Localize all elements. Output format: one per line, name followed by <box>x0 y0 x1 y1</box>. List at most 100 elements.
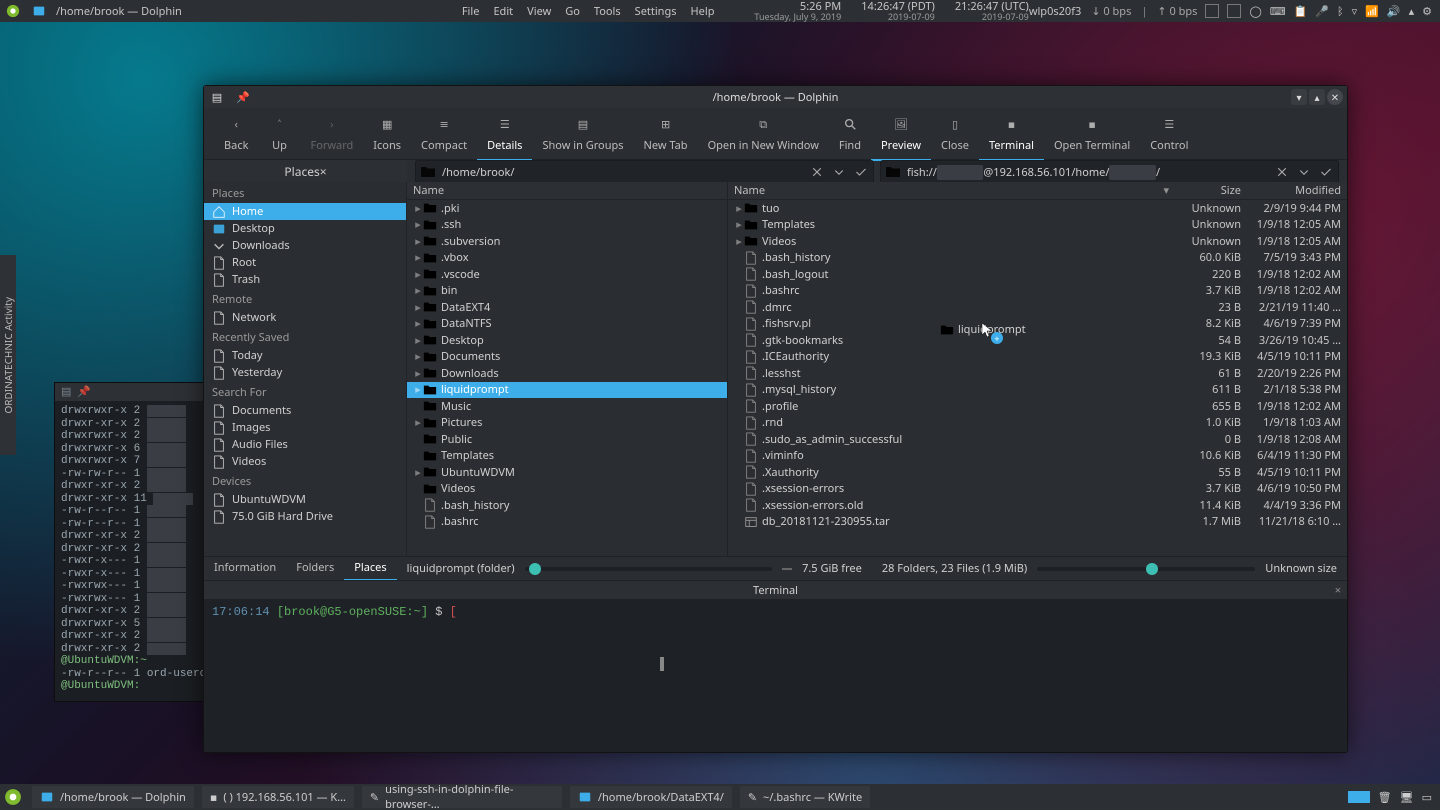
taskbar-item-kwrite[interactable]: ✎~/.bashrc — KWrite <box>740 786 870 808</box>
list-item[interactable]: .ICEauthority19.3 KiB4/5/19 10:11 PM <box>728 349 1347 366</box>
list-item[interactable]: ▸Pictures <box>407 415 727 432</box>
tray-clipboard-icon[interactable]: 📋 <box>1294 4 1308 19</box>
list-item[interactable]: db_20181121-230955.tar1.7 MiB11/21/18 6:… <box>728 514 1347 531</box>
list-item[interactable]: .sudo_as_admin_successful0 B1/9/18 12:08… <box>728 431 1347 448</box>
list-item[interactable]: ▸UbuntuWDVM <box>407 464 727 481</box>
accept-icon[interactable] <box>1318 164 1334 180</box>
list-item[interactable]: .bashrc <box>407 514 727 531</box>
expand-icon[interactable]: ▸ <box>413 201 423 216</box>
clear-icon[interactable] <box>1274 164 1290 180</box>
list-item[interactable]: .rnd1.0 KiB1/9/18 1:03 AM <box>728 415 1347 432</box>
terminal-output[interactable]: 17:06:14 [brook@G5-openSUSE:~] $ [ <box>204 599 1347 752</box>
terminal-panel-button[interactable]: ▪Terminal <box>979 112 1044 161</box>
tray-display-icon[interactable]: ▿ <box>1352 4 1358 19</box>
column-size[interactable]: Size <box>1171 183 1241 198</box>
list-item[interactable]: ▸TemplatesUnknown1/9/18 12:05 AM <box>728 217 1347 234</box>
expand-icon[interactable]: ▸ <box>413 316 423 331</box>
window-close-button[interactable]: ✕ <box>1327 89 1343 105</box>
list-item[interactable]: ▸.vbox <box>407 250 727 267</box>
places-item[interactable]: Home <box>204 203 406 220</box>
tray-expand-icon[interactable]: ▴ <box>1409 4 1415 19</box>
list-item[interactable]: .dmrc23 B2/21/19 11:40 … <box>728 299 1347 316</box>
window-menu-icon[interactable]: ▤ <box>208 88 226 106</box>
tray-wifi-icon[interactable]: 📶 <box>1365 4 1379 19</box>
list-item[interactable]: .fishsrv.pl8.2 KiB4/6/19 7:39 PM <box>728 316 1347 333</box>
address-bar-left[interactable]: /home/brook/ <box>415 160 874 184</box>
clock-utc[interactable]: 21:26:47 (UTC) 2019-07-09 <box>955 1 1029 21</box>
expand-icon[interactable]: ▸ <box>413 333 423 348</box>
accept-icon[interactable] <box>853 164 869 180</box>
menu-help[interactable]: Help <box>691 4 715 19</box>
places-item[interactable]: Images <box>204 419 406 436</box>
tray-desktop-icon[interactable]: 🖥 <box>1400 790 1414 805</box>
find-button[interactable]: Find <box>829 112 871 159</box>
list-item[interactable]: Public <box>407 431 727 448</box>
show-in-groups-button[interactable]: ▤Show in Groups <box>532 112 633 159</box>
list-item[interactable]: ▸.pki <box>407 200 727 217</box>
details-view-button[interactable]: ☰Details <box>477 112 532 161</box>
tray-trash-icon[interactable]: 🗑 <box>1378 790 1392 805</box>
places-item[interactable]: Downloads <box>204 237 406 254</box>
list-item[interactable]: ▸DataNTFS <box>407 316 727 333</box>
expand-icon[interactable]: ▸ <box>413 300 423 315</box>
suse-icon[interactable] <box>4 2 22 20</box>
menu-edit[interactable]: Edit <box>493 4 513 19</box>
list-item[interactable]: .xsession-errors.old11.4 KiB4/4/19 3:36 … <box>728 497 1347 514</box>
expand-icon[interactable]: ▸ <box>734 217 744 232</box>
dolphin-app-icon[interactable] <box>30 2 48 20</box>
tray-activity-icon[interactable] <box>1348 791 1370 803</box>
taskbar-item-dolphin2[interactable]: /home/brook/DataEXT4/ <box>570 786 732 808</box>
clock-pdt[interactable]: 14:26:47 (PDT) 2019-07-09 <box>861 1 935 21</box>
list-item[interactable]: ▸Documents <box>407 349 727 366</box>
list-item[interactable]: ▸VideosUnknown1/9/18 12:05 AM <box>728 233 1347 250</box>
activity-toolbox[interactable]: ORDINATECHNIC Activity <box>0 255 16 455</box>
window-maximize-button[interactable]: ▴ <box>1309 89 1325 105</box>
clock-main[interactable]: 5:26 PM Tuesday, July 9, 2019 <box>754 1 841 21</box>
window-pin-icon[interactable]: 📌 <box>234 88 252 106</box>
list-item[interactable]: Videos <box>407 481 727 498</box>
clear-icon[interactable] <box>809 164 825 180</box>
list-item[interactable]: Music <box>407 398 727 415</box>
list-item[interactable]: .xsession-errors3.7 KiB4/6/19 10:50 PM <box>728 481 1347 498</box>
open-new-window-button[interactable]: ⧉Open in New Window <box>698 112 829 159</box>
tray-settings-icon[interactable]: ⚙ <box>1422 4 1432 19</box>
zoom-slider-left[interactable] <box>525 567 773 571</box>
taskbar-item-dolphin[interactable]: /home/brook — Dolphin <box>32 786 194 808</box>
dropdown-icon[interactable] <box>1296 164 1312 180</box>
list-item[interactable]: ▸Desktop <box>407 332 727 349</box>
close-panel-button[interactable]: ▯Close <box>931 112 979 159</box>
icons-view-button[interactable]: ▦Icons <box>363 112 411 159</box>
list-item[interactable]: ▸.vscode <box>407 266 727 283</box>
expand-icon[interactable]: ▸ <box>413 250 423 265</box>
menu-view[interactable]: View <box>527 4 551 19</box>
menu-tools[interactable]: Tools <box>594 4 621 19</box>
column-name[interactable]: Name <box>413 183 721 198</box>
dropdown-icon[interactable] <box>831 164 847 180</box>
back-button[interactable]: ‹Back <box>214 112 258 159</box>
compact-view-button[interactable]: ≡Compact <box>411 112 477 159</box>
left-file-pane[interactable]: Name ▸.pki▸.ssh▸.subversion▸.vbox▸.vscod… <box>407 182 727 556</box>
places-item[interactable]: UbuntuWDVM <box>204 491 406 508</box>
status-tab-information[interactable]: Information <box>204 556 286 581</box>
tray-mic-icon[interactable]: 🎤 <box>1315 4 1329 19</box>
address-bar-right[interactable]: fish://xxxxxxxx@192.168.56.101/home/xxxx… <box>880 160 1339 184</box>
list-item[interactable]: .viminfo10.6 KiB6/4/19 11:30 PM <box>728 448 1347 465</box>
menu-file[interactable]: File <box>462 4 480 19</box>
control-button[interactable]: ☰Control <box>1140 112 1198 159</box>
places-item[interactable]: Yesterday <box>204 364 406 381</box>
taskbar-item-konsole[interactable]: ▪( ) 192.168.56.101 — K… <box>202 786 354 808</box>
term-pin-icon[interactable]: 📌 <box>77 385 91 399</box>
expand-icon[interactable]: ▸ <box>413 465 423 480</box>
list-item[interactable]: ▸bin <box>407 283 727 300</box>
list-item[interactable]: .profile655 B1/9/18 12:02 AM <box>728 398 1347 415</box>
list-item[interactable]: .bash_logout220 B1/9/18 12:02 AM <box>728 266 1347 283</box>
tray-box-icon[interactable] <box>1205 4 1219 18</box>
application-launcher-icon[interactable] <box>0 784 26 810</box>
tray-bluetooth-icon[interactable]: ᛒ <box>1337 4 1344 19</box>
expand-icon[interactable]: ▸ <box>413 366 423 381</box>
list-item[interactable]: ▸DataEXT4 <box>407 299 727 316</box>
list-item[interactable]: .gtk-bookmarks54 B3/26/19 10:45 … <box>728 332 1347 349</box>
tray-volume-icon[interactable]: 🔊 <box>1387 4 1401 19</box>
places-item[interactable]: 75.0 GiB Hard Drive <box>204 508 406 525</box>
list-item[interactable]: ▸tuoUnknown2/9/19 9:44 PM <box>728 200 1347 217</box>
